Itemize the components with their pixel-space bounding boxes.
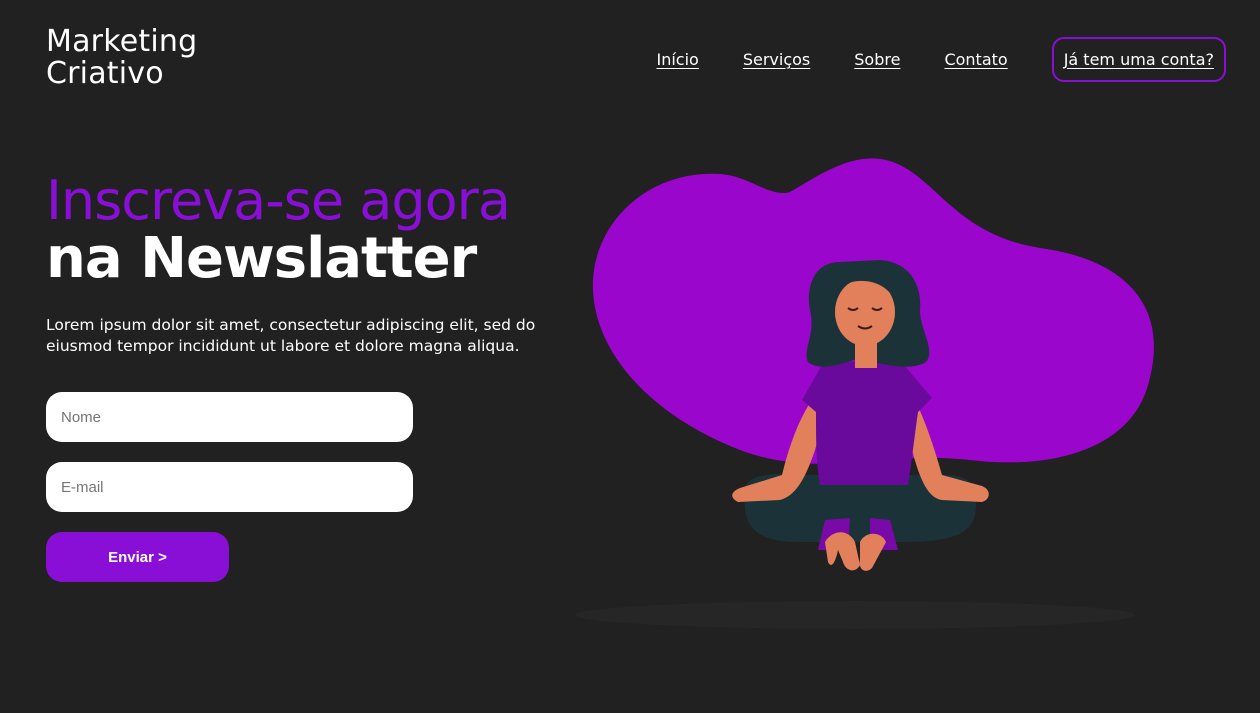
ground-shadow [575,601,1135,629]
brand-line-2: Criativo [46,56,164,91]
nav-link-inicio[interactable]: Início [657,50,699,69]
email-input[interactable] [46,462,413,512]
meditation-illustration [575,158,1154,629]
brand-logo[interactable]: Marketing Criativo [46,26,197,90]
submit-button[interactable]: Enviar > [46,532,229,582]
hero-title-main: na Newslatter [46,226,477,291]
hero-title-accent: Inscreva-se agora [46,169,511,232]
brand-line-1: Marketing [46,24,198,59]
nav-link-contato[interactable]: Contato [944,50,1007,69]
shirt [802,361,932,485]
hero-description: Lorem ipsum dolor sit amet, consectetur … [46,316,536,355]
hero-title: Inscreva-se agora na Newslatter [46,169,511,291]
main-nav: Início Serviços Sobre Contato Já tem uma… [657,36,1226,82]
nav-link-servicos[interactable]: Serviços [743,50,810,69]
name-input[interactable] [46,392,413,442]
account-login-button[interactable]: Já tem uma conta? [1051,36,1226,82]
nav-link-sobre[interactable]: Sobre [854,50,900,69]
